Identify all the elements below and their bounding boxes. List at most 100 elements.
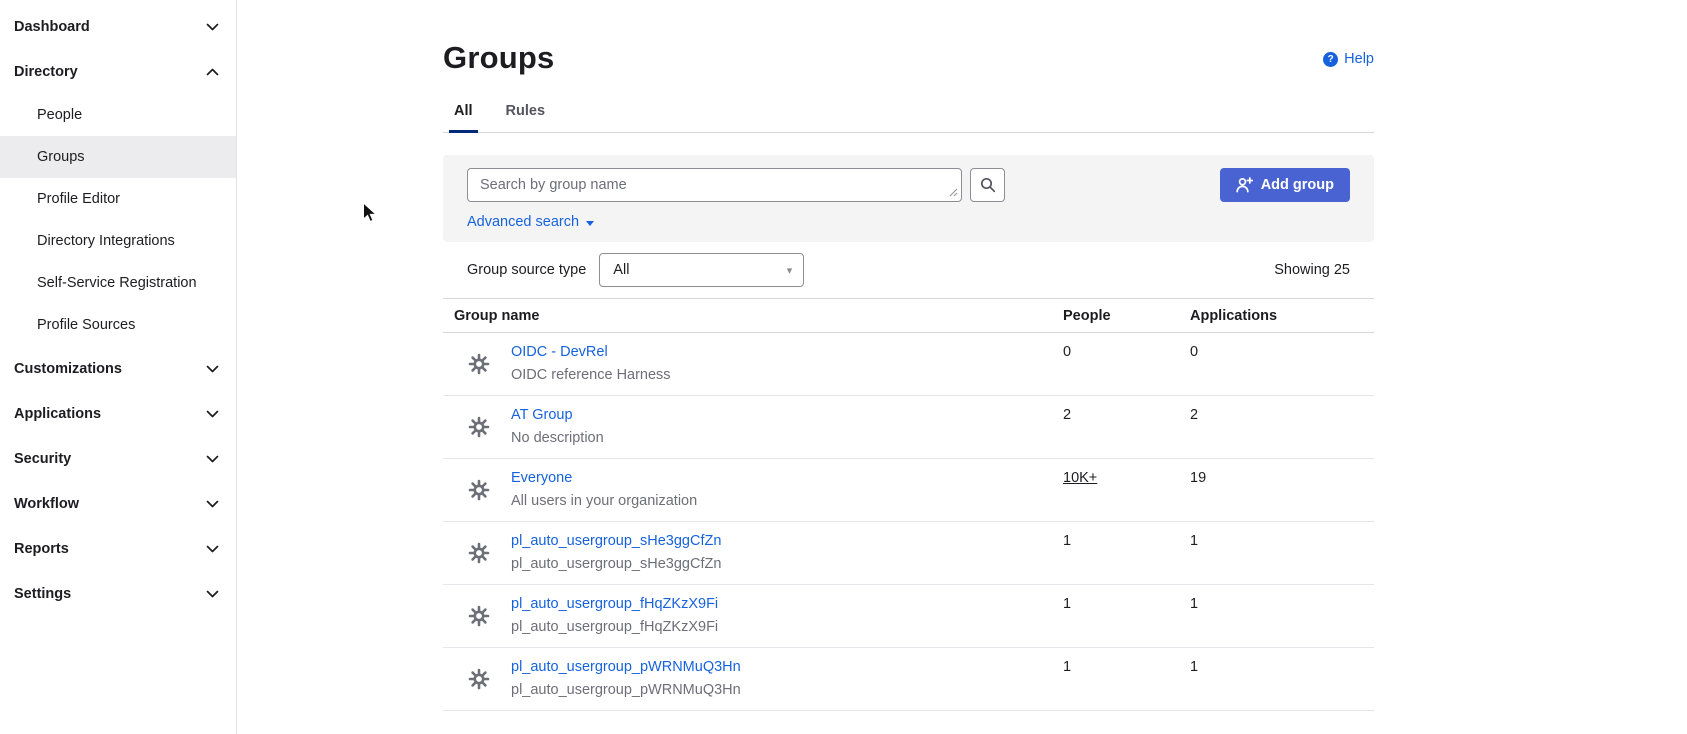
search-input-wrap bbox=[467, 168, 962, 202]
source-type-label: Group source type bbox=[467, 262, 586, 278]
group-name-link[interactable]: OIDC - DevRel bbox=[511, 342, 671, 362]
column-header-people: People bbox=[1063, 308, 1190, 324]
sidebar-item-profile-sources[interactable]: Profile Sources bbox=[0, 304, 236, 346]
page-title: Groups bbox=[443, 40, 1374, 76]
sidebar-item-applications[interactable]: Applications bbox=[0, 391, 236, 436]
sidebar-item-reports[interactable]: Reports bbox=[0, 526, 236, 571]
group-icon bbox=[467, 415, 491, 439]
advanced-search-link[interactable]: Advanced search bbox=[467, 214, 594, 230]
sidebar-item-customizations[interactable]: Customizations bbox=[0, 346, 236, 391]
main-content: Groups ? Help All Rules bbox=[238, 0, 1687, 734]
applications-count: 1 bbox=[1190, 594, 1374, 614]
group-name-link[interactable]: pl_auto_usergroup_pWRNMuQ3Hn bbox=[511, 657, 741, 677]
tab-all[interactable]: All bbox=[454, 103, 473, 132]
sidebar-item-label: Profile Editor bbox=[37, 191, 120, 207]
sidebar-item-groups[interactable]: Groups bbox=[0, 136, 236, 178]
chevron-down-icon bbox=[206, 500, 219, 508]
table-row: pl_auto_usergroup_pWRNMuQ3Hn pl_auto_use… bbox=[443, 648, 1374, 711]
sidebar-item-directory-integrations[interactable]: Directory Integrations bbox=[0, 220, 236, 262]
chevron-down-icon bbox=[206, 545, 219, 553]
sidebar-item-profile-editor[interactable]: Profile Editor bbox=[0, 178, 236, 220]
showing-count: Showing 25 bbox=[1274, 262, 1350, 278]
tab-label: Rules bbox=[506, 103, 546, 119]
chevron-down-icon bbox=[206, 590, 219, 598]
table-row: AT Group No description 2 2 bbox=[443, 396, 1374, 459]
search-input[interactable] bbox=[467, 168, 962, 202]
sidebar-item-label: Dashboard bbox=[14, 19, 90, 35]
group-description: No description bbox=[511, 428, 604, 448]
sidebar-item-label: Directory Integrations bbox=[37, 233, 175, 249]
column-header-group-name: Group name bbox=[443, 308, 1063, 324]
people-count: 1 bbox=[1063, 657, 1190, 677]
chevron-down-icon: ▾ bbox=[787, 264, 793, 277]
sidebar-item-label: Directory bbox=[14, 64, 78, 80]
page-header: Groups ? Help bbox=[443, 0, 1374, 76]
people-count: 1 bbox=[1063, 531, 1190, 551]
group-description: pl_auto_usergroup_pWRNMuQ3Hn bbox=[511, 680, 741, 700]
people-count: 1 bbox=[1063, 594, 1190, 614]
sidebar-item-label: Applications bbox=[14, 406, 101, 422]
directory-submenu: People Groups Profile Editor Directory I… bbox=[0, 94, 236, 346]
resize-grip-icon bbox=[949, 188, 958, 197]
table-row: pl_auto_usergroup_sHe3ggCfZn pl_auto_use… bbox=[443, 522, 1374, 585]
group-name-link[interactable]: pl_auto_usergroup_fHqZKzX9Fi bbox=[511, 594, 718, 614]
add-group-icon bbox=[1236, 177, 1253, 193]
people-count-link[interactable]: 10K+ bbox=[1063, 468, 1190, 488]
add-group-label: Add group bbox=[1261, 177, 1334, 193]
sidebar-item-label: Reports bbox=[14, 541, 69, 557]
group-description: pl_auto_usergroup_fHqZKzX9Fi bbox=[511, 617, 718, 637]
sidebar-item-label: Security bbox=[14, 451, 71, 467]
group-name-link[interactable]: Everyone bbox=[511, 468, 697, 488]
applications-count: 2 bbox=[1190, 405, 1374, 425]
group-icon bbox=[467, 604, 491, 628]
add-group-button[interactable]: Add group bbox=[1220, 168, 1350, 202]
sidebar-item-label: Settings bbox=[14, 586, 71, 602]
advanced-search-label: Advanced search bbox=[467, 214, 579, 230]
sidebar-item-dashboard[interactable]: Dashboard bbox=[0, 4, 236, 49]
applications-count: 0 bbox=[1190, 342, 1374, 362]
table-row: OIDC - DevRel OIDC reference Harness 0 0 bbox=[443, 333, 1374, 396]
sidebar-item-security[interactable]: Security bbox=[0, 436, 236, 481]
sidebar-item-directory[interactable]: Directory bbox=[0, 49, 236, 94]
chevron-down-icon bbox=[206, 410, 219, 418]
search-panel: Add group Advanced search bbox=[443, 155, 1374, 242]
group-description: All users in your organization bbox=[511, 491, 697, 511]
sidebar-item-people[interactable]: People bbox=[0, 94, 236, 136]
tabs: All Rules bbox=[443, 103, 1374, 133]
search-button[interactable] bbox=[970, 168, 1005, 202]
group-icon bbox=[467, 541, 491, 565]
sidebar-item-label: Groups bbox=[37, 149, 85, 165]
sidebar-item-settings[interactable]: Settings bbox=[0, 571, 236, 616]
sidebar-item-label: Profile Sources bbox=[37, 317, 135, 333]
people-count: 0 bbox=[1063, 342, 1190, 362]
sidebar-item-self-service-registration[interactable]: Self-Service Registration bbox=[0, 262, 236, 304]
filter-bar: Group source type All ▾ Showing 25 bbox=[443, 242, 1374, 299]
group-icon bbox=[467, 667, 491, 691]
group-description: pl_auto_usergroup_sHe3ggCfZn bbox=[511, 554, 721, 574]
applications-count: 1 bbox=[1190, 657, 1374, 677]
group-icon bbox=[467, 478, 491, 502]
chevron-down-icon bbox=[206, 365, 219, 373]
people-count: 2 bbox=[1063, 405, 1190, 425]
tab-rules[interactable]: Rules bbox=[506, 103, 546, 132]
table-row: Everyone All users in your organization … bbox=[443, 459, 1374, 522]
sidebar: Dashboard Directory People Groups Profil… bbox=[0, 0, 237, 734]
applications-count: 19 bbox=[1190, 468, 1374, 488]
group-name-link[interactable]: AT Group bbox=[511, 405, 604, 425]
table-header: Group name People Applications bbox=[443, 299, 1374, 333]
help-link[interactable]: ? Help bbox=[1323, 51, 1374, 67]
help-label: Help bbox=[1344, 51, 1374, 67]
source-type-select[interactable]: All ▾ bbox=[599, 253, 804, 287]
sidebar-item-workflow[interactable]: Workflow bbox=[0, 481, 236, 526]
sidebar-item-label: People bbox=[37, 107, 82, 123]
group-description: OIDC reference Harness bbox=[511, 365, 671, 385]
help-icon: ? bbox=[1323, 52, 1338, 67]
column-header-applications: Applications bbox=[1190, 308, 1374, 324]
chevron-down-icon bbox=[206, 23, 219, 31]
sidebar-item-label: Self-Service Registration bbox=[37, 275, 197, 291]
caret-down-icon bbox=[586, 221, 594, 226]
chevron-down-icon bbox=[206, 455, 219, 463]
group-name-link[interactable]: pl_auto_usergroup_sHe3ggCfZn bbox=[511, 531, 721, 551]
search-icon bbox=[980, 177, 996, 193]
sidebar-item-label: Customizations bbox=[14, 361, 122, 377]
